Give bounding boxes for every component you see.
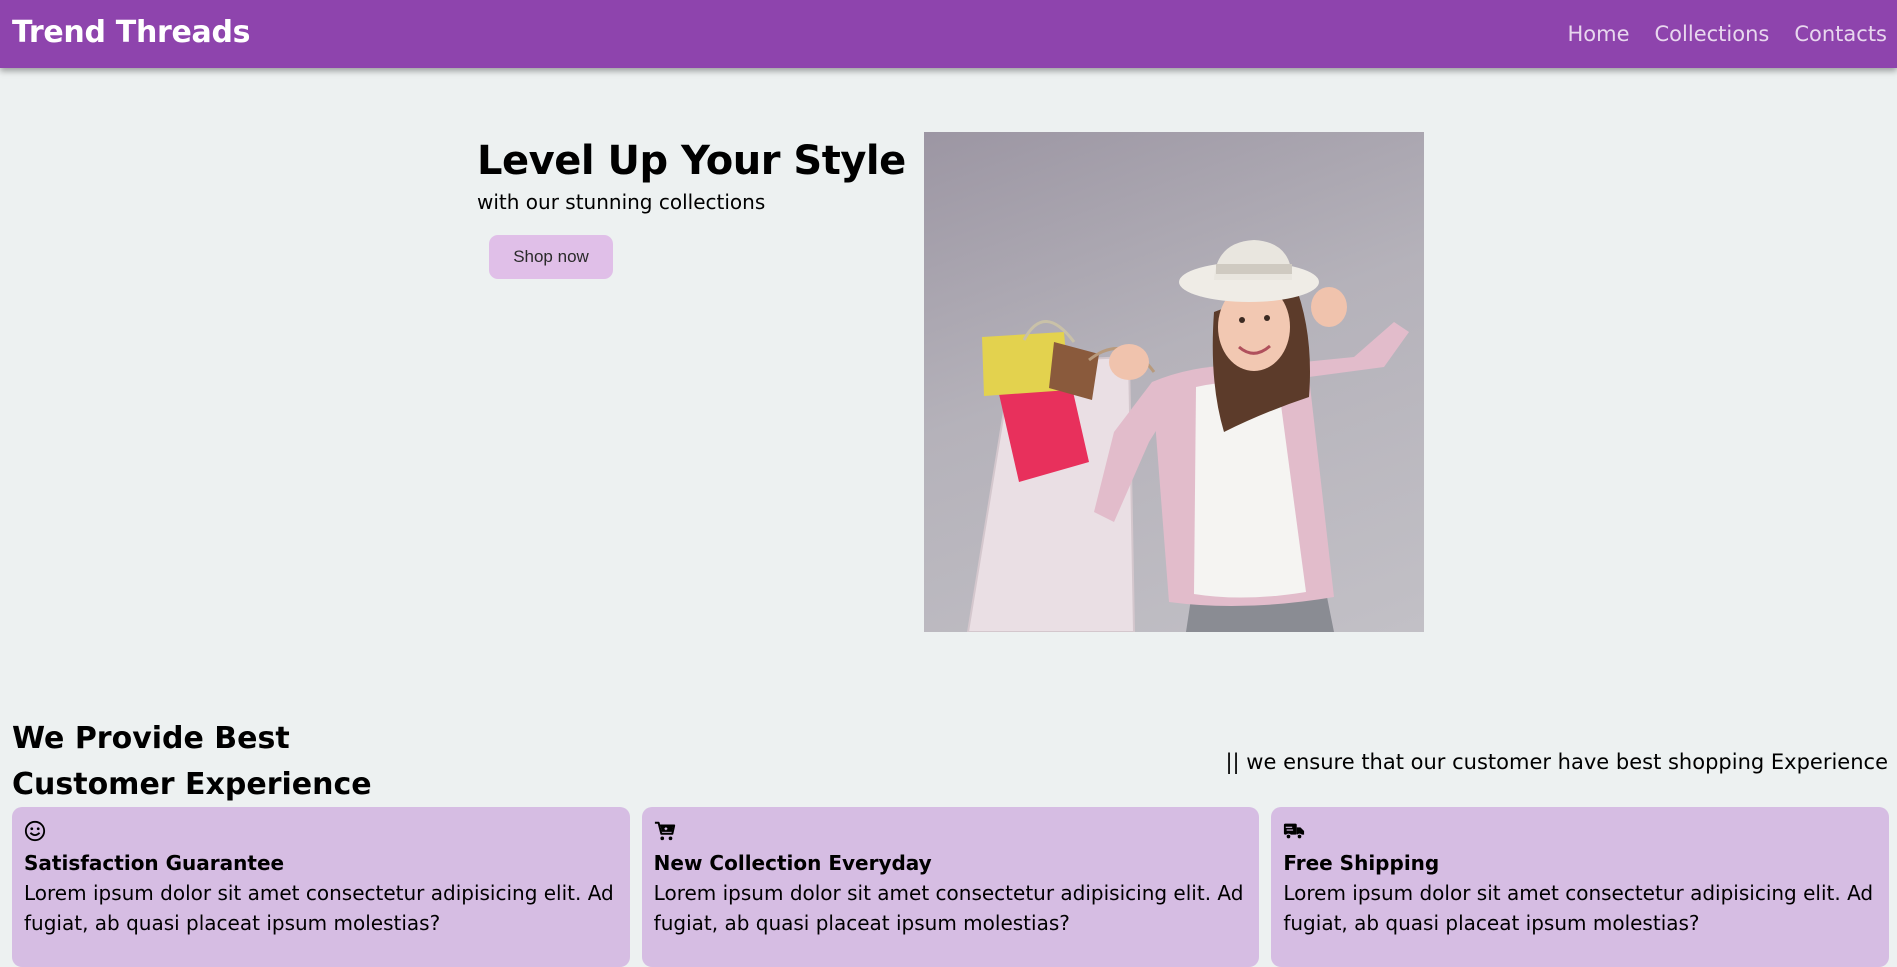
truck-icon: [1284, 823, 1305, 840]
feature-card-free-shipping: Free Shipping Lorem ipsum dolor sit amet…: [1271, 807, 1890, 967]
nav-link-contacts[interactable]: Contacts: [1794, 20, 1887, 48]
feature-card-title: New Collection Everyday: [653, 851, 932, 875]
hero-image: [924, 132, 1424, 632]
shop-now-button[interactable]: Shop now: [489, 235, 613, 279]
section-title: We Provide Best Customer Experience: [12, 721, 372, 802]
brand-logo[interactable]: Trend Threads: [12, 14, 251, 52]
cart-icon: [654, 821, 675, 841]
section-tagline: || we ensure that our customer have best…: [1225, 750, 1888, 774]
feature-card-satisfaction: Satisfaction Guarantee Lorem ipsum dolor…: [12, 807, 630, 967]
smile-icon: [24, 820, 46, 842]
feature-card-new-collection: New Collection Everyday Lorem ipsum dolo…: [641, 807, 1260, 967]
hero-subtitle: with our stunning collections: [477, 190, 766, 214]
nav-link-collections[interactable]: Collections: [1655, 20, 1770, 48]
feature-card-title: Free Shipping: [1283, 851, 1440, 875]
feature-card-text: Lorem ipsum dolor sit amet consectetur a…: [24, 881, 614, 935]
feature-card-text: Lorem ipsum dolor sit amet consectetur a…: [653, 881, 1244, 935]
nav-link-home[interactable]: Home: [1568, 20, 1630, 48]
navbar: Trend Threads Home Collections Contacts: [0, 0, 1897, 68]
feature-card-text: Lorem ipsum dolor sit amet consectetur a…: [1283, 881, 1874, 935]
features-list: Satisfaction Guarantee Lorem ipsum dolor…: [12, 807, 1890, 967]
nav-links: Home Collections Contacts: [1568, 20, 1888, 48]
girl-shopping-photo: [966, 240, 1409, 632]
feature-card-title: Satisfaction Guarantee: [24, 851, 285, 875]
hero-title: Level Up Your Style: [477, 138, 906, 184]
hero-text: Level Up Your Style with our stunning co…: [477, 135, 906, 279]
